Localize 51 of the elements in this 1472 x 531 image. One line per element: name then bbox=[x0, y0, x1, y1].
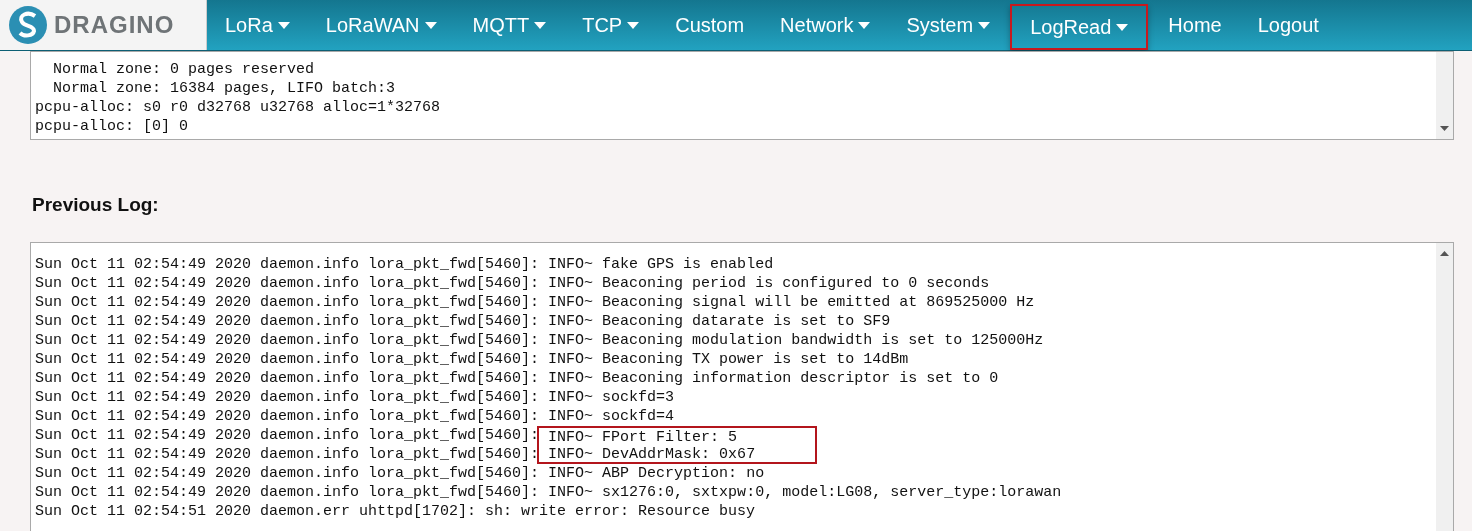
log-source: Sun Oct 11 02:54:49 2020 daemon.info lora_pkt_fwd[5460]: bbox=[35, 407, 540, 426]
log-source: Sun Oct 11 02:54:49 2020 daemon.info lora_pkt_fwd[5460]: bbox=[35, 388, 540, 407]
log-line: pcpu-alloc: s0 r0 d32768 u32768 alloc=1*32768 bbox=[35, 98, 441, 117]
log-message: INFO~ sockfd=4 bbox=[547, 407, 675, 426]
nav-menu-item[interactable]: Home bbox=[1150, 0, 1240, 50]
log-source: Sun Oct 11 02:54:49 2020 daemon.info lora_pkt_fwd[5460]: bbox=[35, 464, 540, 483]
nav-menu-item[interactable]: LogRead bbox=[1010, 4, 1149, 50]
log-message: sh: write error: Resource busy bbox=[484, 502, 756, 521]
system-log-area[interactable]: Normal zone: 0 pages reserved Normal zone: 16384 pages, LIFO batch:3 pcpu-alloc: s0 r0 d32768 u32768 alloc=1*32768 pcpu-alloc: [0] 0 bbox=[30, 51, 1454, 140]
log-source: Sun Oct 11 02:54:49 2020 daemon.info lora_pkt_fwd[5460]: bbox=[35, 255, 540, 274]
log-source: Sun Oct 11 02:54:49 2020 daemon.info lora_pkt_fwd[5460]: bbox=[35, 331, 540, 350]
section-title: Previous Log: bbox=[32, 194, 160, 216]
log-source: Sun Oct 11 02:54:49 2020 daemon.info lora_pkt_fwd[5460]: bbox=[35, 350, 540, 369]
brand-name: DRAGINO bbox=[54, 11, 175, 39]
log-source: Sun Oct 11 02:54:49 2020 daemon.info lora_pkt_fwd[5460]: bbox=[35, 369, 540, 388]
log-line: Normal zone: 16384 pages, LIFO batch:3 bbox=[52, 79, 396, 98]
previous-log-area[interactable] bbox=[30, 242, 1454, 531]
log-source: Sun Oct 11 02:54:49 2020 daemon.info lora_pkt_fwd[5460]: bbox=[35, 274, 540, 293]
log-message: INFO~ ABP Decryption: no bbox=[547, 464, 765, 483]
nav-menu-item[interactable]: MQTT bbox=[454, 0, 565, 50]
log-message: INFO~ Beaconing signal will be emitted at 869525000 Hz bbox=[547, 293, 1035, 312]
log-source: Sun Oct 11 02:54:49 2020 daemon.info lora_pkt_fwd[5460]: bbox=[35, 426, 540, 445]
log-line: Normal zone: 0 pages reserved bbox=[52, 60, 315, 79]
log-source: Sun Oct 11 02:54:51 2020 daemon.err uhttpd[1702]: bbox=[35, 502, 477, 521]
log-source: Sun Oct 11 02:54:49 2020 daemon.info lora_pkt_fwd[5460]: bbox=[35, 312, 540, 331]
nav-menu-item[interactable]: TCP bbox=[564, 0, 658, 50]
log-source: Sun Oct 11 02:54:49 2020 daemon.info lora_pkt_fwd[5460]: bbox=[35, 293, 540, 312]
log-message: INFO~ Beaconing modulation bandwidth is set to 125000Hz bbox=[547, 331, 1044, 350]
log-source: Sun Oct 11 02:54:49 2020 daemon.info lora_pkt_fwd[5460]: bbox=[35, 445, 540, 464]
scroll-down-arrow-icon[interactable] bbox=[1440, 126, 1449, 131]
log-message: INFO~ Beaconing period is configured to 0 seconds bbox=[547, 274, 990, 293]
scrollbar[interactable] bbox=[1436, 243, 1453, 531]
log-message: INFO~ Beaconing datarate is set to SF9 bbox=[547, 312, 891, 331]
nav-menu-item[interactable]: Logout bbox=[1239, 0, 1337, 50]
logo-icon bbox=[8, 5, 48, 45]
log-source: Sun Oct 11 02:54:49 2020 daemon.info lora_pkt_fwd[5460]: bbox=[35, 483, 540, 502]
log-message: INFO~ fake GPS is enabled bbox=[547, 255, 774, 274]
scroll-up-arrow-icon[interactable] bbox=[1440, 251, 1449, 256]
scrollbar[interactable] bbox=[1436, 52, 1453, 139]
nav-menu-item[interactable]: System bbox=[888, 0, 1009, 50]
highlighted-log-message: INFO~ FPort Filter: 5 bbox=[537, 426, 818, 445]
highlighted-log-message: INFO~ DevAddrMask: 0x67 bbox=[537, 445, 818, 464]
nav-menu-item[interactable]: Custom bbox=[657, 0, 763, 50]
nav-menu-item[interactable]: LoRaWAN bbox=[307, 0, 455, 50]
log-message: INFO~ Beaconing TX power is set to 14dBm bbox=[547, 350, 909, 369]
nav-menu-item[interactable]: Network bbox=[762, 0, 889, 50]
log-message: INFO~ sx1276:0, sxtxpw:0, model:LG08, server_type:lorawan bbox=[547, 483, 1062, 502]
log-message: INFO~ Beaconing information descriptor is set to 0 bbox=[547, 369, 999, 388]
nav-menu-item[interactable]: LoRa bbox=[207, 0, 308, 50]
log-message: INFO~ sockfd=3 bbox=[547, 388, 675, 407]
log-line: pcpu-alloc: [0] 0 bbox=[35, 117, 189, 136]
